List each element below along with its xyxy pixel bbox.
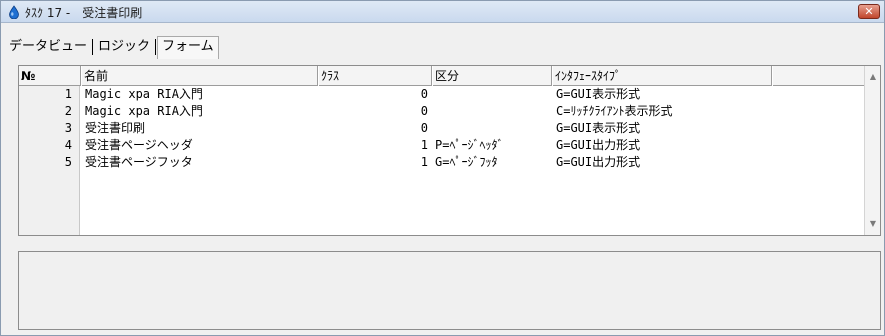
form-kubun[interactable]: G=ﾍﾟｰｼﾞﾌｯﾀ (435, 154, 553, 171)
row-number: 3 (64, 121, 72, 135)
row-number: 4 (64, 138, 72, 152)
drop-icon (9, 5, 19, 19)
row-number: 2 (64, 104, 72, 118)
form-name[interactable]: 受注書ページヘッダ (85, 137, 315, 154)
tab-logic[interactable]: ロジック (94, 37, 154, 57)
form-name[interactable]: 受注書ページフッタ (85, 154, 315, 171)
window-title: ﾀｽｸ 17 - 受注書印刷 (25, 6, 143, 20)
form-class[interactable]: 0 (319, 103, 428, 120)
tab-divider (155, 38, 157, 55)
column-header-name[interactable]: 名前 (81, 66, 318, 86)
column-header-empty (772, 66, 865, 86)
column-header-kubun[interactable]: 区分 (432, 66, 552, 86)
tab-data-view[interactable]: データビュー (5, 37, 91, 57)
form-interface-type[interactable]: G=GUI出力形式 (556, 154, 776, 171)
table-row[interactable]: 5 受注書ページフッタ 1 G=ﾍﾟｰｼﾞﾌｯﾀ G=GUI出力形式 (19, 154, 865, 171)
column-header-number[interactable]: № (19, 66, 81, 86)
form-list-table: № 名前 ｸﾗｽ 区分 ｲﾝﾀﾌｪｰｽﾀｲﾌﾟ 1 Magic xpa RIA入… (18, 65, 881, 236)
table-row[interactable]: 3 受注書印刷 0 G=GUI表示形式 (19, 120, 865, 137)
form-interface-type[interactable]: G=GUI出力形式 (556, 137, 776, 154)
tab-form[interactable]: フォーム (157, 36, 219, 59)
form-kubun[interactable] (435, 120, 553, 137)
close-button[interactable]: ✕ (858, 4, 880, 19)
row-number: 1 (64, 87, 72, 101)
task-window: ﾀｽｸ 17 - 受注書印刷 ✕ データビュー ロジック フォーム № 名前 ｸﾗｽ… (0, 0, 885, 336)
form-class[interactable]: 0 (319, 86, 428, 103)
form-name[interactable]: Magic xpa RIA入門 (85, 86, 315, 103)
form-kubun[interactable] (435, 103, 553, 120)
scroll-up-icon[interactable]: ▲ (865, 69, 881, 85)
column-header-interface-type[interactable]: ｲﾝﾀﾌｪｰｽﾀｲﾌﾟ (552, 66, 772, 86)
form-interface-type[interactable]: C=ﾘｯﾁｸﾗｲｱﾝﾄ表示形式 (556, 103, 776, 120)
form-name[interactable]: 受注書印刷 (85, 120, 315, 137)
form-name[interactable]: Magic xpa RIA入門 (85, 103, 315, 120)
tab-strip: データビュー ロジック フォーム (5, 36, 219, 59)
form-kubun[interactable]: P=ﾍﾟｰｼﾞﾍｯﾀﾞ (435, 137, 553, 154)
form-interface-type[interactable]: G=GUI表示形式 (556, 120, 776, 137)
column-header-class[interactable]: ｸﾗｽ (318, 66, 432, 86)
property-panel (18, 251, 881, 330)
form-kubun[interactable] (435, 86, 553, 103)
scroll-down-icon[interactable]: ▼ (865, 216, 881, 232)
form-class[interactable]: 1 (319, 154, 428, 171)
form-class[interactable]: 1 (319, 137, 428, 154)
table-row[interactable]: 4 受注書ページヘッダ 1 P=ﾍﾟｰｼﾞﾍｯﾀﾞ G=GUI出力形式 (19, 137, 865, 154)
title-bar[interactable]: ﾀｽｸ 17 - 受注書印刷 ✕ (1, 1, 884, 23)
row-number: 5 (64, 155, 72, 169)
table-header: № 名前 ｸﾗｽ 区分 ｲﾝﾀﾌｪｰｽﾀｲﾌﾟ (19, 66, 865, 86)
vertical-scrollbar[interactable]: ▲ ▼ (864, 66, 880, 235)
table-row[interactable]: 2 Magic xpa RIA入門 0 C=ﾘｯﾁｸﾗｲｱﾝﾄ表示形式 (19, 103, 865, 120)
tab-divider (92, 38, 94, 55)
form-class[interactable]: 0 (319, 120, 428, 137)
table-body: 1 Magic xpa RIA入門 0 G=GUI表示形式 2 Magic xp… (19, 86, 865, 171)
table-row[interactable]: 1 Magic xpa RIA入門 0 G=GUI表示形式 (19, 86, 865, 103)
form-interface-type[interactable]: G=GUI表示形式 (556, 86, 776, 103)
close-icon: ✕ (864, 5, 874, 18)
